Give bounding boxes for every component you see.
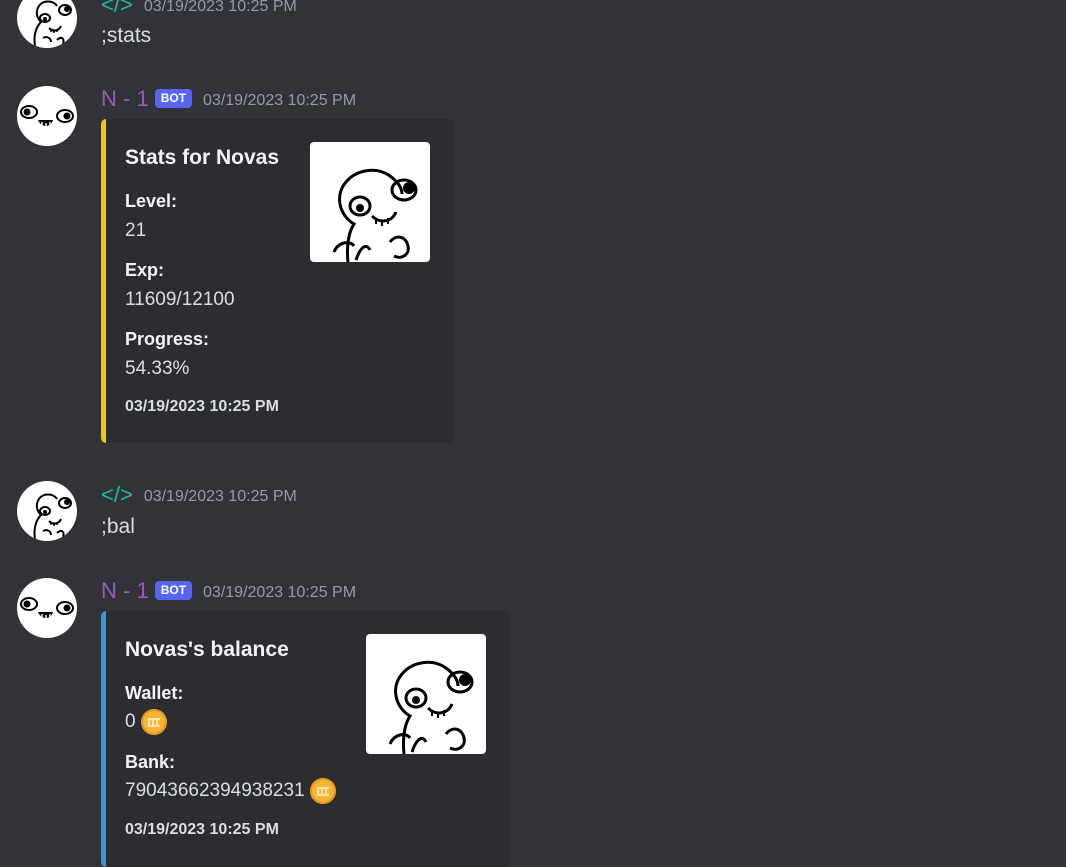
coin-icon [309,778,336,804]
bot-avatar[interactable] [17,578,77,638]
embed-title: Stats for Novas [125,146,280,169]
embed-thumbnail[interactable] [310,142,430,262]
message-header: N - 1 BOT 03/19/2023 10:25 PM [101,578,356,604]
field-name-progress: Progress: [125,329,210,349]
meme-face-thumbnail-icon [332,168,418,262]
meme-eyes-avatar-icon [20,597,74,619]
field-name-level: Level: [125,191,178,211]
balance-embed: Novas's balance Wallet: 0 Bank: 79043662… [101,611,510,867]
timestamp: 03/19/2023 10:25 PM [203,584,357,601]
field-name-exp: Exp: [125,260,165,280]
user-avatar[interactable] [17,481,77,541]
embed-title: Novas's balance [125,638,289,661]
wallet-amount: 0 [125,711,136,732]
bot-avatar[interactable] [17,86,77,146]
meme-face-avatar-icon [33,0,72,47]
bot-username[interactable]: N - 1 [101,86,149,112]
message-content: ;stats [101,24,152,47]
embed-thumbnail[interactable] [366,634,486,754]
message-content: ;bal [101,515,135,538]
bot-tag: BOT [154,580,193,600]
message-header: N - 1 BOT 03/19/2023 10:25 PM [101,86,356,112]
stats-embed: Stats for Novas Level: 21 Exp: 11609/121… [101,119,454,443]
embed-footer-timestamp: 03/19/2023 10:25 PM [125,398,279,415]
message-header: </> 03/19/2023 10:25 PM [101,482,297,508]
user-avatar[interactable] [17,0,77,48]
field-value-wallet: 0 [125,709,167,735]
meme-face-thumbnail-icon [388,660,474,754]
chat-message-list: </> 03/19/2023 10:25 PM ;stats N - 1 BOT… [0,0,1066,867]
bot-tag: BOT [154,88,193,108]
bank-amount: 79043662394938231 [125,780,305,801]
meme-face-avatar-icon [33,493,72,540]
timestamp: 03/19/2023 10:25 PM [143,488,297,505]
bot-username[interactable]: N - 1 [101,578,149,604]
field-value-bank: 79043662394938231 [125,778,336,804]
coin-icon [140,709,167,735]
field-value-progress: 54.33% [125,358,190,379]
message-header: </> 03/19/2023 10:25 PM [101,0,297,18]
field-value-exp: 11609/12100 [125,289,235,310]
timestamp: 03/19/2023 10:25 PM [203,92,357,109]
field-name-wallet: Wallet: [125,683,184,703]
meme-eyes-avatar-icon [20,105,74,127]
field-name-bank: Bank: [125,752,176,772]
username[interactable]: </> [101,482,133,508]
field-value-level: 21 [125,220,147,241]
username[interactable]: </> [101,0,133,18]
timestamp: 03/19/2023 10:25 PM [143,0,297,15]
embed-footer-timestamp: 03/19/2023 10:25 PM [125,821,279,838]
